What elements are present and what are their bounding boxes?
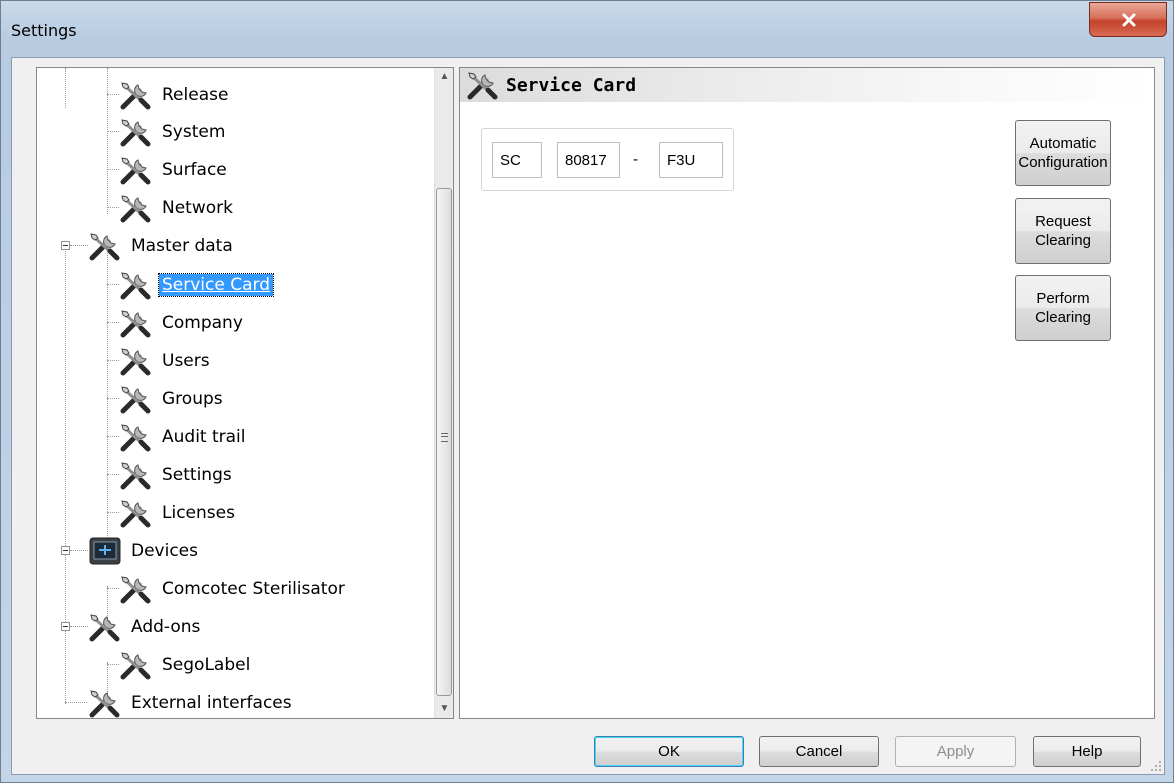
device-icon — [89, 537, 121, 565]
tools-icon — [119, 460, 153, 490]
tree-item-add-ons[interactable]: Add-ons — [88, 610, 203, 644]
tree-item-label: Master data — [131, 236, 233, 256]
scroll-down-arrow-icon[interactable]: ▼ — [435, 700, 453, 718]
tools-icon — [119, 346, 153, 376]
service-card-suffix-field[interactable] — [659, 142, 723, 178]
tree-item-label: System — [162, 122, 226, 142]
tools-icon — [119, 650, 153, 680]
close-icon — [1122, 13, 1136, 27]
request-clearing-button[interactable]: Request Clearing — [1015, 198, 1111, 264]
tree-item-master-data[interactable]: Master data — [88, 229, 236, 263]
tools-icon — [119, 155, 153, 185]
tree-item-audit-trail[interactable]: Audit trail — [119, 420, 249, 454]
tree-item-label: Company — [162, 313, 243, 333]
tools-icon — [119, 308, 153, 338]
panel-title: Service Card — [506, 74, 637, 96]
tree-item-groups[interactable]: Groups — [119, 382, 226, 416]
tree-item-label: Release — [162, 85, 229, 105]
tree-item-label: External interfaces — [131, 693, 292, 713]
tree-item-settings[interactable]: Settings — [119, 458, 235, 492]
tree-item-label: Surface — [162, 160, 227, 180]
scroll-thumb[interactable] — [436, 188, 452, 696]
tools-icon — [466, 70, 500, 100]
tools-icon — [119, 117, 153, 147]
tools-icon — [119, 498, 153, 528]
ok-button[interactable]: OK — [594, 736, 744, 767]
settings-tree[interactable]: Release System Surface Network Master da… — [36, 67, 454, 719]
grip-icon — [441, 433, 448, 442]
tree-item-label: Groups — [162, 389, 223, 409]
tools-icon — [88, 688, 122, 718]
perform-clearing-button[interactable]: Perform Clearing — [1015, 275, 1111, 341]
tools-icon — [119, 80, 153, 110]
tree-item-label: Network — [162, 198, 233, 218]
title-bar[interactable]: Settings — [1, 1, 1173, 57]
tree-item-external-interfaces[interactable]: External interfaces — [88, 686, 295, 719]
tree-item-label: Users — [162, 351, 210, 371]
tree-item-label: Service Card — [157, 273, 275, 297]
tree-item-company[interactable]: Company — [119, 306, 246, 340]
tree-item-network[interactable]: Network — [119, 191, 236, 225]
automatic-configuration-button[interactable]: Automatic Configuration — [1015, 120, 1111, 186]
tree-scrollbar[interactable]: ▲ ▼ — [434, 68, 453, 718]
tree-item-system[interactable]: System — [119, 115, 228, 149]
tree-item-devices[interactable]: Devices — [88, 534, 201, 568]
panel-header: Service Card — [460, 68, 1154, 102]
window-title: Settings — [11, 21, 77, 40]
tools-icon — [88, 231, 122, 261]
tree-item-label: Comcotec Sterilisator — [162, 579, 345, 599]
tree-item-segolabel[interactable]: SegoLabel — [119, 648, 253, 682]
master-data-expander[interactable] — [61, 241, 70, 250]
settings-window: Settings Release System Surface Network … — [0, 0, 1174, 783]
tools-icon — [119, 422, 153, 452]
tree-item-users[interactable]: Users — [119, 344, 213, 378]
service-card-panel: Service Card - Automatic Configuration R… — [459, 67, 1155, 719]
cancel-button[interactable]: Cancel — [759, 736, 879, 767]
close-button[interactable] — [1089, 2, 1167, 37]
tools-icon — [119, 270, 153, 300]
tools-icon — [119, 384, 153, 414]
apply-button[interactable]: Apply — [895, 736, 1016, 767]
tools-icon — [88, 612, 122, 642]
service-card-prefix-field[interactable] — [492, 142, 542, 178]
dialog-client-area: Release System Surface Network Master da… — [11, 57, 1165, 775]
service-card-number-field[interactable] — [557, 142, 620, 178]
add-ons-expander[interactable] — [61, 622, 70, 631]
scroll-up-arrow-icon[interactable]: ▲ — [435, 68, 453, 86]
resize-grip-icon[interactable] — [1150, 760, 1162, 772]
tree-item-label: Settings — [162, 465, 232, 485]
help-button[interactable]: Help — [1033, 736, 1141, 767]
service-card-separator: - — [633, 151, 638, 168]
tree-item-surface[interactable]: Surface — [119, 153, 230, 187]
tree-item-label: Licenses — [162, 503, 235, 523]
tree-item-service-card[interactable]: Service Card — [119, 268, 275, 302]
tree-item-label: Devices — [131, 541, 198, 561]
tools-icon — [119, 574, 153, 604]
devices-expander[interactable] — [61, 546, 70, 555]
tree-item-label: Add-ons — [131, 617, 201, 637]
tree-item-comcotec-sterilisator[interactable]: Comcotec Sterilisator — [119, 572, 348, 606]
tree-item-label: Audit trail — [162, 427, 246, 447]
tree-item-release[interactable]: Release — [119, 78, 231, 112]
tree-item-licenses[interactable]: Licenses — [119, 496, 238, 530]
tools-icon — [119, 193, 153, 223]
tree-item-label: SegoLabel — [162, 655, 251, 675]
service-card-number-group: - — [481, 128, 734, 191]
